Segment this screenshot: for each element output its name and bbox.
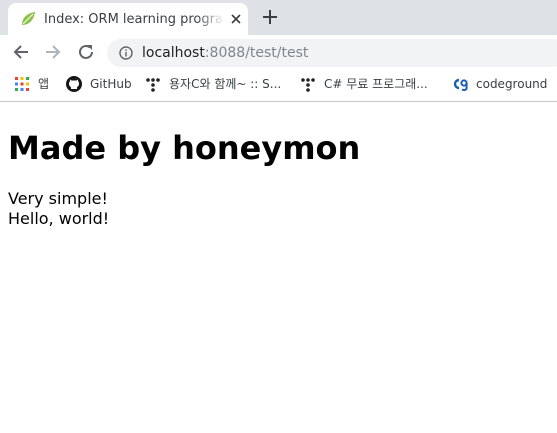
tistory-icon (301, 78, 315, 92)
github-icon (66, 76, 82, 92)
codeground-logo-icon (453, 78, 468, 91)
back-arrow-icon[interactable] (12, 43, 30, 61)
page-heading: Made by honeymon (8, 129, 361, 167)
leaf-favicon-icon (22, 12, 35, 25)
info-icon[interactable] (119, 46, 133, 60)
apps-grid-icon (15, 77, 29, 91)
bookmark-label: 용자C와 함께~ :: S... (169, 77, 282, 91)
address-bar[interactable]: localhost:8088/test/test (107, 39, 557, 67)
close-icon[interactable] (228, 11, 244, 27)
body-line: Very simple! (8, 189, 108, 208)
body-line: Hello, world! (8, 209, 110, 228)
reload-icon[interactable] (77, 43, 95, 61)
new-tab-icon[interactable] (262, 9, 278, 25)
tab-title: Index: ORM learning programming (44, 12, 224, 27)
forward-arrow-icon[interactable] (44, 43, 62, 61)
tistory-icon (146, 78, 160, 92)
browser-toolbar: localhost:8088/test/test (0, 35, 557, 69)
bookmark-label: C# 무료 프로그래... (324, 77, 428, 91)
url-host: localhost (142, 45, 205, 61)
bookmark-label: GitHub (90, 77, 132, 91)
bookmarks-bar: 앱 GitHub 용자C와 함께~ :: S... C# 무료 프로그래... … (0, 69, 557, 102)
browser-tab[interactable]: Index: ORM learning programming (8, 3, 248, 35)
page-content: Made by honeymon Very simple! Hello, wor… (8, 101, 548, 229)
tab-strip: Index: ORM learning programming (0, 0, 557, 35)
url-path: :8088/test/test (204, 45, 309, 61)
bookmark-label: 앱 (38, 77, 50, 91)
url-text[interactable]: localhost:8088/test/test (142, 44, 308, 62)
bookmark-label: codeground (476, 77, 548, 91)
